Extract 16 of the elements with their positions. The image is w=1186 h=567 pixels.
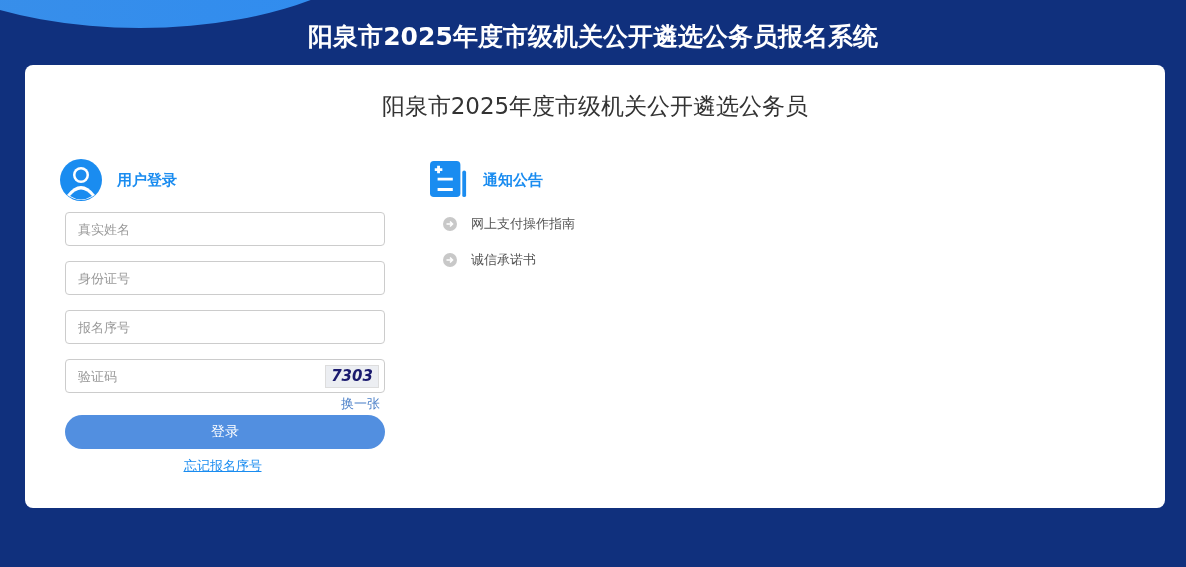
refresh-link[interactable]: 换一张 — [341, 395, 380, 413]
section-heading: 用户登录 — [117, 170, 177, 190]
section-heading: 通知公告 — [483, 170, 543, 190]
input-field[interactable]: 报名序号 — [65, 310, 385, 344]
forgot-link[interactable]: 忘记报名序号 — [183, 457, 262, 475]
card-title: 阳泉市2025年度市级机关公开遴选公务员 — [380, 92, 810, 121]
arrow-circle-icon — [443, 253, 457, 267]
notice-link[interactable]: 诚信承诺书 — [471, 251, 536, 269]
arrow-circle-icon — [443, 217, 457, 231]
input-field[interactable]: 身份证号 — [65, 261, 385, 295]
input-field[interactable]: 真实姓名 — [65, 212, 385, 246]
notice-link[interactable]: 网上支付操作指南 — [471, 215, 575, 233]
page-title: 阳泉市2025年度市级机关公开遴选公务员报名系统 — [308, 22, 878, 53]
notice-list-icon — [430, 161, 468, 199]
user-icon — [60, 159, 102, 201]
captcha-image[interactable]: 7303 — [325, 365, 379, 388]
